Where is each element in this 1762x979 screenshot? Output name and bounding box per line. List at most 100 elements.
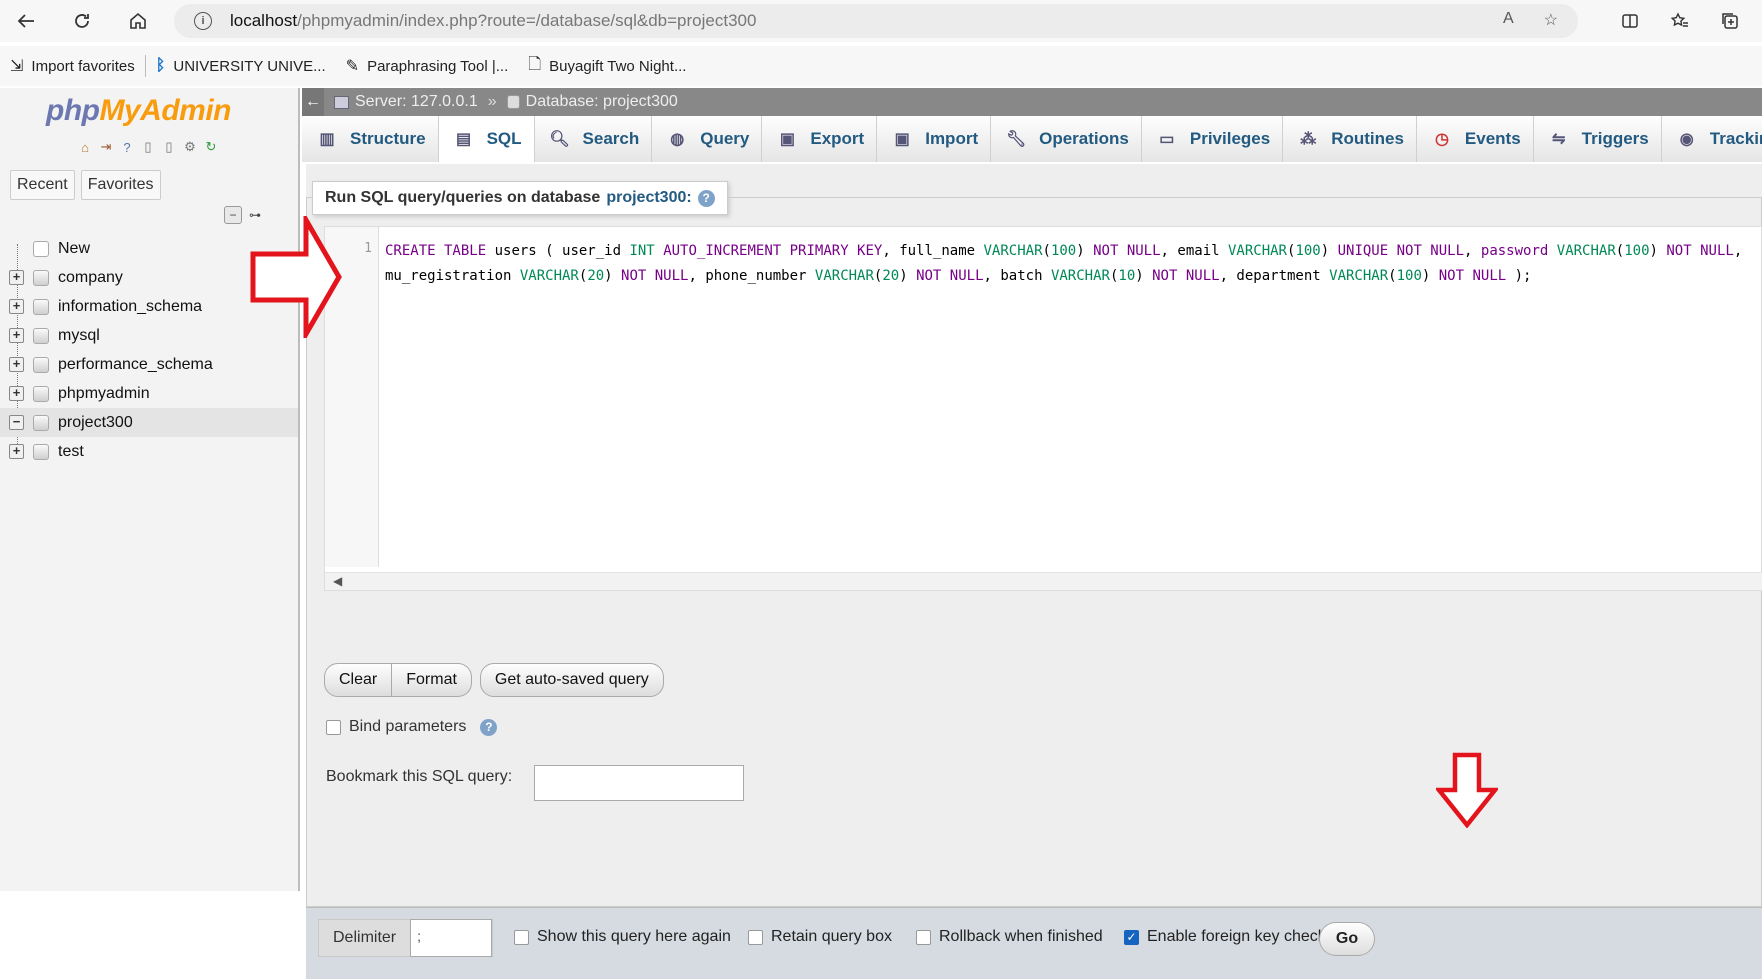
breadcrumb-database-label: Database: project300 xyxy=(525,93,678,110)
sql-editor[interactable]: 1 CREATE TABLE users ( user_id INT AUTO_… xyxy=(324,226,1762,591)
tab-export[interactable]: ▣ Export xyxy=(762,116,878,162)
favorites-icon[interactable] xyxy=(1658,0,1702,42)
expand-icon[interactable]: + xyxy=(9,299,24,314)
tab-recent[interactable]: Recent xyxy=(10,170,75,200)
collapse-icon[interactable]: − xyxy=(9,415,24,430)
separator xyxy=(144,55,146,77)
tree-label: phpmyadmin xyxy=(58,384,150,402)
favorite-buyagift[interactable]: 🗋 Buyagift Two Night... xyxy=(528,53,686,80)
tab-triggers[interactable]: ⇋ Triggers xyxy=(1533,116,1662,162)
phpmyadmin-logo[interactable]: phpMyAdmin xyxy=(46,94,231,128)
help-icon[interactable]: ? xyxy=(697,189,715,207)
browser-toolbar: i localhost/phpmyadmin/index.php?route=/… xyxy=(0,0,1762,42)
back-icon[interactable] xyxy=(4,0,48,42)
annotation-arrow-right xyxy=(250,216,342,338)
docs-icon[interactable]: ▯ xyxy=(160,138,178,156)
horizontal-scrollbar[interactable]: ◀ xyxy=(325,572,1762,590)
retain-box-checkbox[interactable] xyxy=(748,929,763,945)
tab-operations[interactable]: 🔧︎ Operations xyxy=(991,116,1142,162)
legend-db-link[interactable]: project300: xyxy=(606,189,691,207)
collapse-all-icon[interactable]: − xyxy=(224,206,242,224)
favorite-paraphrasing[interactable]: ✎ Paraphrasing Tool |... xyxy=(346,56,509,76)
database-icon xyxy=(33,269,49,286)
clear-button[interactable]: Clear xyxy=(324,663,393,697)
tab-routines[interactable]: ⁂ Routines xyxy=(1283,116,1417,162)
bookmark-input[interactable] xyxy=(534,765,744,801)
sql-legend: Run SQL query/queries on database projec… xyxy=(312,181,728,215)
tab-sql[interactable]: ▤ SQL xyxy=(438,116,535,162)
help-icon[interactable]: ? xyxy=(118,138,136,156)
database-icon xyxy=(33,298,49,315)
expand-icon[interactable]: + xyxy=(9,328,24,343)
address-bar[interactable]: i localhost/phpmyadmin/index.php?route=/… xyxy=(174,4,1578,38)
format-button[interactable]: Format xyxy=(392,663,472,697)
sql-icon: ▤ xyxy=(456,131,472,148)
show-query-checkbox[interactable] xyxy=(514,929,529,945)
site-info-icon[interactable]: i xyxy=(194,12,212,30)
tab-import[interactable]: ▣ Import xyxy=(877,116,992,162)
help-icon[interactable]: ? xyxy=(480,718,498,736)
expand-icon[interactable]: + xyxy=(9,386,24,401)
tab-query[interactable]: ◍ Query xyxy=(652,116,763,162)
tree-label: mysql xyxy=(58,326,100,344)
tree-label: New xyxy=(58,239,91,257)
settings-icon[interactable]: ⚙ xyxy=(181,138,199,156)
tree-item-phpmyadmin[interactable]: + phpmyadmin xyxy=(0,379,298,408)
breadcrumb-server[interactable]: Server: 127.0.0.1 xyxy=(334,93,478,111)
retain-box-label: Retain query box xyxy=(771,928,892,945)
navigation-panel: phpMyAdmin ⌂ ⇥ ? ▯ ▯ ⚙ ↻ Recent Favorite… xyxy=(0,88,300,891)
tab-tracking[interactable]: ◉ Tracking xyxy=(1661,116,1762,162)
docs-icon[interactable]: ▯ xyxy=(139,138,157,156)
expand-icon[interactable]: + xyxy=(9,357,24,372)
delimiter-input[interactable]: ; xyxy=(410,919,493,957)
show-query-option[interactable]: Show this query here again xyxy=(514,928,731,946)
bind-parameters-checkbox[interactable] xyxy=(326,719,341,735)
tab-structure[interactable]: ▥ Structure xyxy=(302,116,439,162)
reload-icon[interactable]: ↻ xyxy=(202,138,220,156)
home-icon[interactable]: ⌂ xyxy=(76,138,94,156)
tab-favorites[interactable]: Favorites xyxy=(80,170,161,200)
rollback-checkbox[interactable] xyxy=(916,929,931,945)
go-button[interactable]: Go xyxy=(1319,922,1375,956)
tab-search[interactable]: 🔍︎ Search xyxy=(534,116,653,162)
tab-events[interactable]: ◷ Events xyxy=(1416,116,1534,162)
sql-code[interactable]: CREATE TABLE users ( user_id INT AUTO_IN… xyxy=(385,239,1755,289)
legend-text: Run SQL query/queries on database xyxy=(325,189,601,206)
tree-label: project300 xyxy=(58,413,133,431)
import-favorites-link[interactable]: ⇲ Import favorites xyxy=(10,56,135,76)
read-aloud-icon[interactable]: A xyxy=(1503,10,1514,30)
breadcrumb-database[interactable]: Database: project300 xyxy=(506,93,678,111)
favorite-label: Buyagift Two Night... xyxy=(549,57,687,75)
home-icon[interactable] xyxy=(116,0,160,42)
expand-icon[interactable]: + xyxy=(9,444,24,459)
privileges-icon: ▭ xyxy=(1159,131,1175,148)
tree-item-performance-schema[interactable]: + performance_schema xyxy=(0,350,298,379)
retain-box-option[interactable]: Retain query box xyxy=(748,928,892,946)
rollback-option[interactable]: Rollback when finished xyxy=(916,928,1103,946)
database-icon xyxy=(506,95,520,109)
exit-icon[interactable]: ⇥ xyxy=(97,138,115,156)
fk-checks-checkbox[interactable]: ✓ xyxy=(1124,929,1139,945)
sql-options-bar: Delimiter ; Show this query here again R… xyxy=(306,907,1762,979)
refresh-icon[interactable] xyxy=(60,0,104,42)
favorite-label: UNIVERSITY UNIVE... xyxy=(173,57,326,75)
routines-icon: ⁂ xyxy=(1300,131,1317,148)
expand-icon[interactable]: + xyxy=(9,270,24,285)
favorite-label: Import favorites xyxy=(31,57,135,75)
new-db-icon xyxy=(33,240,49,257)
collections-icon[interactable] xyxy=(1708,0,1752,42)
back-arrow-icon[interactable]: ← xyxy=(302,88,324,116)
fk-checks-option[interactable]: ✓ Enable foreign key checks xyxy=(1124,928,1334,946)
tab-label: Routines xyxy=(1331,129,1404,148)
page-icon: 🗋 xyxy=(528,55,542,73)
split-screen-icon[interactable] xyxy=(1608,0,1652,42)
tree-item-test[interactable]: + test xyxy=(0,437,298,466)
favorite-university[interactable]: ᛒ UNIVERSITY UNIVE... xyxy=(156,57,326,75)
tab-privileges[interactable]: ▭ Privileges xyxy=(1141,116,1284,162)
url-host: localhost xyxy=(230,11,298,30)
star-icon[interactable]: ☆ xyxy=(1544,10,1558,30)
scroll-left-icon[interactable]: ◀ xyxy=(333,574,342,588)
bind-parameters-option[interactable]: Bind parameters ? xyxy=(326,718,498,736)
tree-item-project300[interactable]: − project300 xyxy=(0,408,298,437)
get-auto-saved-query-button[interactable]: Get auto-saved query xyxy=(479,663,664,697)
